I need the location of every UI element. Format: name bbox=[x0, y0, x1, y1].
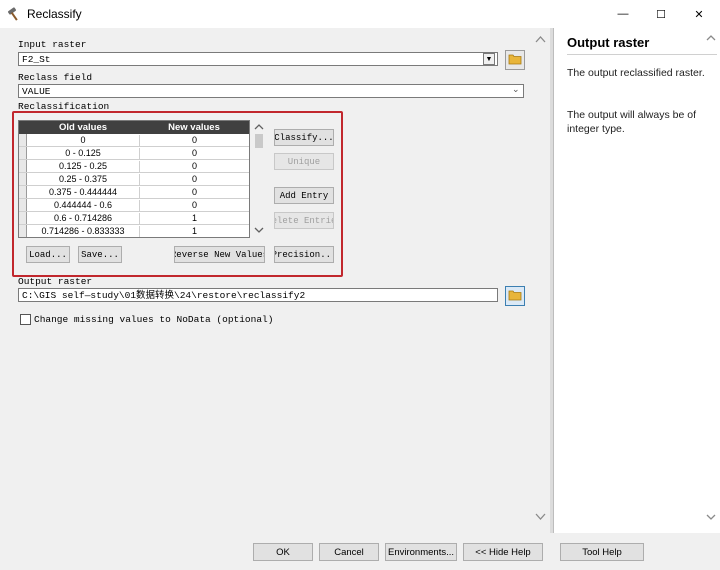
old-value-cell[interactable]: 0.25 - 0.375 bbox=[27, 174, 139, 184]
help-title: Output raster bbox=[567, 35, 650, 50]
save-button[interactable]: Save... bbox=[78, 246, 122, 263]
parameters-scrollbar[interactable] bbox=[533, 32, 548, 528]
new-value-cell[interactable]: 1 bbox=[139, 213, 249, 225]
close-icon: ✕ bbox=[694, 8, 704, 21]
new-values-header: New values bbox=[168, 122, 220, 133]
output-raster-browse-button[interactable] bbox=[505, 286, 525, 306]
table-row[interactable]: 0.125 - 0.25 0 bbox=[19, 160, 249, 173]
row-selector[interactable] bbox=[19, 134, 27, 146]
old-value-cell[interactable]: 0.6 - 0.714286 bbox=[27, 213, 139, 223]
maximize-button[interactable]: ☐ bbox=[644, 0, 678, 28]
add-entry-button[interactable]: Add Entry bbox=[274, 187, 334, 204]
old-value-cell[interactable]: 0.375 - 0.444444 bbox=[27, 187, 139, 197]
new-value-cell[interactable]: 0 bbox=[139, 135, 249, 147]
input-raster-dropdown-button[interactable]: ▼ bbox=[483, 53, 495, 65]
dialog-button-bar: OK Cancel Environments... << Hide Help T… bbox=[0, 533, 720, 570]
cancel-button[interactable]: Cancel bbox=[319, 543, 379, 561]
output-raster-input[interactable]: C:\GIS self—study\01数据转换\24\restore\recl… bbox=[18, 288, 498, 302]
table-row[interactable]: 0 - 0.125 0 bbox=[19, 147, 249, 160]
ok-button[interactable]: OK bbox=[253, 543, 313, 561]
load-button[interactable]: Load... bbox=[26, 246, 70, 263]
table-row[interactable]: 0.375 - 0.444444 0 bbox=[19, 186, 249, 199]
environments-button[interactable]: Environments... bbox=[385, 543, 457, 561]
missing-values-checkbox[interactable] bbox=[20, 314, 31, 325]
row-selector[interactable] bbox=[19, 173, 27, 185]
window-title: Reclassify bbox=[27, 7, 82, 21]
chevron-down-icon: ▼ bbox=[485, 55, 493, 63]
precision-button[interactable]: Precision... bbox=[274, 246, 334, 263]
input-raster-combobox[interactable]: F2_St bbox=[18, 52, 498, 66]
old-value-cell[interactable]: 0.714286 - 0.833333 bbox=[27, 226, 139, 236]
input-raster-browse-button[interactable] bbox=[505, 50, 525, 70]
reclassification-table[interactable]: Old values New values 00 0 - 0.125 0 0.12… bbox=[18, 120, 250, 238]
chevron-down-icon[interactable] bbox=[704, 512, 718, 522]
new-value-cell[interactable]: 0 bbox=[139, 161, 249, 173]
old-value-cell[interactable]: 0.444444 - 0.6 bbox=[27, 200, 139, 210]
row-selector[interactable] bbox=[19, 212, 27, 224]
minimize-button[interactable]: — bbox=[606, 0, 640, 28]
table-row[interactable]: 0.6 - 0.714286 1 bbox=[19, 212, 249, 225]
table-row[interactable]: 0.444444 - 0.6 0 bbox=[19, 199, 249, 212]
reverse-new-values-button[interactable]: Reverse New Values bbox=[174, 246, 265, 263]
output-raster-label: Output raster bbox=[18, 276, 93, 287]
help-divider bbox=[567, 54, 717, 55]
input-raster-label: Input raster bbox=[18, 39, 87, 50]
folder-icon bbox=[508, 289, 522, 304]
help-paragraph: The output reclassified raster. bbox=[567, 67, 705, 79]
help-pane: Output raster The output reclassified ra… bbox=[553, 28, 720, 533]
table-header: Old values New values bbox=[19, 121, 249, 134]
classify-button[interactable]: Classify... bbox=[274, 129, 334, 146]
folder-icon bbox=[508, 53, 522, 68]
unique-button[interactable]: Unique bbox=[274, 153, 334, 170]
reclass-field-label: Reclass field bbox=[18, 72, 93, 83]
row-selector[interactable] bbox=[19, 160, 27, 172]
chevron-down-icon: ⌄ bbox=[512, 84, 520, 94]
close-button[interactable]: ✕ bbox=[682, 0, 716, 28]
delete-entries-button[interactable]: elete Entrie bbox=[274, 212, 334, 229]
title-bar: Reclassify — ☐ ✕ bbox=[0, 0, 720, 28]
new-value-cell[interactable]: 0 bbox=[139, 148, 249, 160]
hide-help-button[interactable]: << Hide Help bbox=[463, 543, 543, 561]
table-row[interactable]: 0.25 - 0.375 0 bbox=[19, 173, 249, 186]
row-selector[interactable] bbox=[19, 225, 27, 237]
maximize-icon: ☐ bbox=[656, 8, 666, 21]
tool-help-button[interactable]: Tool Help bbox=[560, 543, 644, 561]
old-value-cell[interactable]: 0 bbox=[27, 135, 139, 145]
new-value-cell[interactable]: 0 bbox=[139, 187, 249, 199]
chevron-up-icon[interactable] bbox=[704, 33, 718, 43]
row-selector[interactable] bbox=[19, 186, 27, 198]
table-row[interactable]: 00 bbox=[19, 134, 249, 147]
old-values-header: Old values bbox=[58, 122, 108, 133]
new-value-cell[interactable]: 0 bbox=[139, 174, 249, 186]
row-selector[interactable] bbox=[19, 147, 27, 159]
old-value-cell[interactable]: 0 - 0.125 bbox=[27, 148, 139, 158]
table-scrollbar[interactable] bbox=[252, 121, 266, 237]
hammer-icon bbox=[6, 6, 22, 22]
row-selector[interactable] bbox=[19, 199, 27, 211]
missing-values-label: Change missing values to NoData (optiona… bbox=[34, 314, 274, 325]
help-paragraph: The output will always be of integer typ… bbox=[567, 109, 696, 135]
old-value-cell[interactable]: 0.125 - 0.25 bbox=[27, 161, 139, 171]
reclass-field-combobox[interactable]: VALUE bbox=[18, 84, 524, 98]
new-value-cell[interactable]: 0 bbox=[139, 200, 249, 212]
new-value-cell[interactable]: 1 bbox=[139, 226, 249, 237]
minimize-icon: — bbox=[617, 8, 629, 20]
table-row[interactable]: 0.714286 - 0.833333 1 bbox=[19, 225, 249, 237]
